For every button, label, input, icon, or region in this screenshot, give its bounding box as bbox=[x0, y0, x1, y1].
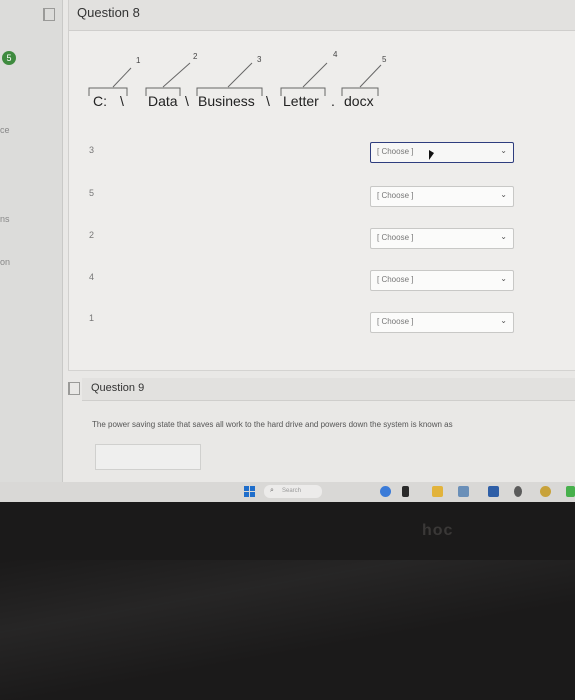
part-number: 4 bbox=[333, 50, 338, 59]
path-part: C: bbox=[93, 93, 107, 109]
answer-input[interactable] bbox=[95, 444, 201, 470]
row-number: 5 bbox=[89, 188, 95, 198]
select-value: [ Choose ] bbox=[377, 317, 414, 326]
app-icon[interactable] bbox=[540, 486, 551, 497]
choose-select[interactable]: [ Choose ] ⌄ bbox=[370, 142, 514, 163]
mouse-cursor-icon bbox=[429, 150, 434, 160]
choose-select[interactable]: [ Choose ] ⌄ bbox=[370, 186, 514, 207]
nav-text-fragment[interactable]: on bbox=[0, 257, 10, 267]
screen: 5 ce ns on Question 8 1 2 3 4 5 C: \ Dat… bbox=[0, 0, 575, 482]
select-value: [ Choose ] bbox=[377, 147, 414, 156]
path-separator: . bbox=[331, 93, 335, 109]
row-number: 1 bbox=[89, 313, 95, 323]
diagram-lines bbox=[88, 62, 382, 96]
row-number: 3 bbox=[89, 145, 95, 155]
select-value: [ Choose ] bbox=[377, 233, 414, 242]
bezel-logo: hoc bbox=[422, 522, 454, 539]
chevron-down-icon: ⌄ bbox=[500, 190, 507, 199]
question-title: Question 9 bbox=[91, 382, 145, 394]
app-icon[interactable] bbox=[514, 486, 522, 497]
path-part: docx bbox=[344, 93, 374, 109]
choose-select[interactable]: [ Choose ] ⌄ bbox=[370, 270, 514, 291]
path-separator: \ bbox=[266, 93, 270, 109]
app-icon[interactable] bbox=[380, 486, 391, 497]
divider bbox=[68, 370, 575, 371]
flag-icon[interactable] bbox=[68, 382, 80, 395]
path-part: Data bbox=[148, 93, 178, 109]
question-header: Question 9 bbox=[82, 378, 575, 401]
chevron-down-icon: ⌄ bbox=[500, 274, 507, 283]
search-placeholder: Search bbox=[282, 488, 302, 494]
part-number: 2 bbox=[193, 52, 198, 61]
search-icon: ⌕ bbox=[270, 487, 274, 494]
app-icon[interactable] bbox=[488, 486, 499, 497]
app-icon[interactable] bbox=[566, 486, 575, 497]
path-part: Letter bbox=[283, 93, 319, 109]
chevron-down-icon: ⌄ bbox=[500, 232, 507, 241]
path-separator: \ bbox=[185, 93, 189, 109]
chevron-down-icon: ⌄ bbox=[500, 316, 507, 325]
row-number: 4 bbox=[89, 272, 95, 282]
nav-text-fragment[interactable]: ns bbox=[0, 214, 10, 224]
screen-glare bbox=[0, 560, 575, 700]
app-icon[interactable] bbox=[458, 486, 469, 497]
choose-select[interactable]: [ Choose ] ⌄ bbox=[370, 228, 514, 249]
choose-select[interactable]: [ Choose ] ⌄ bbox=[370, 312, 514, 333]
taskbar: ⌕ Search bbox=[0, 482, 575, 502]
part-number: 5 bbox=[382, 55, 387, 64]
app-icon[interactable] bbox=[402, 486, 409, 497]
part-number: 1 bbox=[136, 56, 141, 65]
file-path-diagram: 1 2 3 4 5 C: \ Data \ Business \ Letter … bbox=[0, 0, 575, 130]
part-number: 3 bbox=[257, 55, 262, 64]
select-value: [ Choose ] bbox=[377, 275, 414, 284]
path-part: Business bbox=[198, 93, 255, 109]
path-separator: \ bbox=[120, 93, 124, 109]
taskbar-search[interactable]: ⌕ Search bbox=[264, 485, 322, 498]
chevron-down-icon: ⌄ bbox=[500, 146, 507, 155]
windows-start-icon[interactable] bbox=[244, 486, 256, 498]
question-text: The power saving state that saves all wo… bbox=[92, 420, 453, 429]
select-value: [ Choose ] bbox=[377, 191, 414, 200]
folder-icon[interactable] bbox=[432, 486, 443, 497]
row-number: 2 bbox=[89, 230, 95, 240]
